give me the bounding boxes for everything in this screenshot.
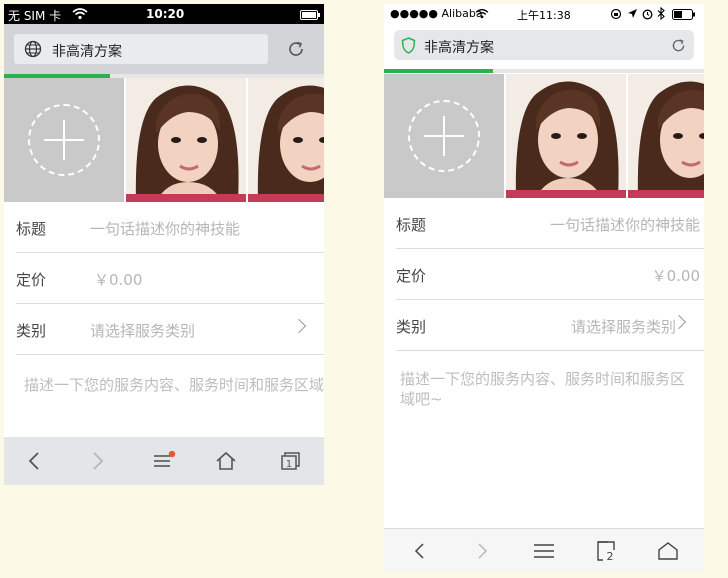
- image-strip[interactable]: [4, 78, 324, 202]
- home-icon[interactable]: [206, 437, 246, 485]
- portrait-photo[interactable]: [126, 78, 246, 202]
- carrier-text: ●●●●● Alibaba: [390, 7, 483, 20]
- tabs-icon[interactable]: 2: [586, 529, 626, 572]
- battery-icon: [300, 9, 320, 23]
- chevron-right-icon: [291, 318, 307, 334]
- category-select[interactable]: 请选择服务类别: [571, 316, 676, 337]
- add-image-button[interactable]: [384, 74, 504, 198]
- globe-icon: [24, 40, 42, 62]
- bluetooth-icon: [657, 6, 665, 23]
- status-bar: 无 SIM 卡 10:20: [4, 4, 324, 24]
- menu-icon[interactable]: [144, 437, 184, 485]
- page-load-progress: [384, 69, 704, 73]
- address-bar: 非高清方案: [384, 24, 704, 68]
- price-row[interactable]: 定价 ￥0.00: [396, 249, 704, 300]
- back-icon[interactable]: [14, 437, 54, 485]
- menu-icon[interactable]: [524, 529, 564, 572]
- alarm-icon: [642, 8, 653, 23]
- tab-count: 2: [607, 550, 614, 562]
- lock-rotation-icon: [610, 8, 622, 23]
- price-label: 定价: [16, 271, 47, 289]
- carrier-text: 无 SIM 卡: [8, 9, 62, 23]
- title-input[interactable]: 一句话描述你的神技能: [90, 218, 240, 239]
- clock-text: 上午11:38: [517, 9, 571, 22]
- wifi-icon: [72, 7, 88, 23]
- browser-toolbar: 1: [4, 437, 324, 485]
- image-strip[interactable]: [384, 74, 704, 198]
- price-row[interactable]: 定价 ￥0.00: [16, 253, 324, 304]
- back-icon[interactable]: [400, 529, 440, 572]
- price-input[interactable]: ￥0.00: [94, 269, 142, 290]
- portrait-photo[interactable]: [628, 74, 704, 198]
- portrait-photo[interactable]: [248, 78, 324, 202]
- add-image-button[interactable]: [4, 78, 124, 202]
- portrait-photo[interactable]: [506, 74, 626, 198]
- location-icon: [627, 8, 638, 22]
- title-row[interactable]: 标题 一句话描述你的神技能: [396, 198, 704, 249]
- battery-icon: [672, 9, 696, 23]
- description-input[interactable]: 描述一下您的服务内容、服务时间和服务区域吧~: [400, 369, 692, 409]
- category-label: 类别: [396, 318, 427, 336]
- category-select[interactable]: 请选择服务类别: [90, 320, 195, 341]
- browser-toolbar: 2: [384, 528, 704, 572]
- category-row[interactable]: 类别 请选择服务类别: [16, 304, 324, 355]
- progress-fill: [384, 69, 493, 73]
- add-circle: [28, 104, 100, 176]
- title-row[interactable]: 标题 一句话描述你的神技能: [16, 202, 324, 253]
- title-input[interactable]: 一句话描述你的神技能: [550, 214, 700, 235]
- category-row[interactable]: 类别 请选择服务类别: [396, 300, 704, 351]
- description-input[interactable]: 描述一下您的服务内容、服务时间和服务区域吧~: [24, 375, 324, 395]
- tabs-icon[interactable]: 1: [270, 437, 310, 485]
- plus-icon-vertical: [443, 116, 445, 156]
- page-title: 非高清方案: [424, 40, 494, 56]
- add-circle: [408, 100, 480, 172]
- right-phone-screen: ●●●●● Alibaba 上午11:38 非高清方案 标题 一句话描述你的神技…: [384, 4, 704, 572]
- service-form: 标题 一句话描述你的神技能 定价 ￥0.00 类别 请选择服务类别 描述一下您的…: [396, 198, 704, 431]
- service-form: 标题 一句话描述你的神技能 定价 ￥0.00 类别 请选择服务类别 描述一下您的…: [16, 202, 324, 435]
- clock-text: 10:20: [146, 7, 185, 21]
- address-bar: 非高清方案: [4, 24, 324, 74]
- title-label: 标题: [16, 220, 47, 238]
- home-icon[interactable]: [648, 529, 688, 572]
- forward-icon[interactable]: [78, 437, 118, 485]
- plus-icon-vertical: [63, 120, 65, 160]
- wifi-icon: [475, 8, 489, 22]
- left-phone-screen: 无 SIM 卡 10:20 非高清方案 标题 一句话描述你的神技能 定价 ￥0.…: [4, 4, 324, 485]
- reload-icon[interactable]: [670, 37, 687, 58]
- status-bar: ●●●●● Alibaba 上午11:38: [384, 4, 704, 24]
- tab-count: 1: [286, 459, 292, 470]
- reload-icon[interactable]: [286, 39, 306, 63]
- url-field[interactable]: 非高清方案: [14, 34, 268, 64]
- title-label: 标题: [396, 216, 427, 234]
- price-input[interactable]: ￥0.00: [652, 265, 700, 286]
- description-area[interactable]: 描述一下您的服务内容、服务时间和服务区域吧~: [396, 351, 704, 431]
- url-field[interactable]: 非高清方案: [394, 30, 694, 60]
- category-label: 类别: [16, 322, 47, 340]
- price-label: 定价: [396, 267, 427, 285]
- forward-icon[interactable]: [462, 529, 502, 572]
- page-title: 非高清方案: [52, 44, 122, 60]
- shield-icon: [401, 37, 416, 58]
- description-area[interactable]: 描述一下您的服务内容、服务时间和服务区域吧~: [16, 355, 324, 435]
